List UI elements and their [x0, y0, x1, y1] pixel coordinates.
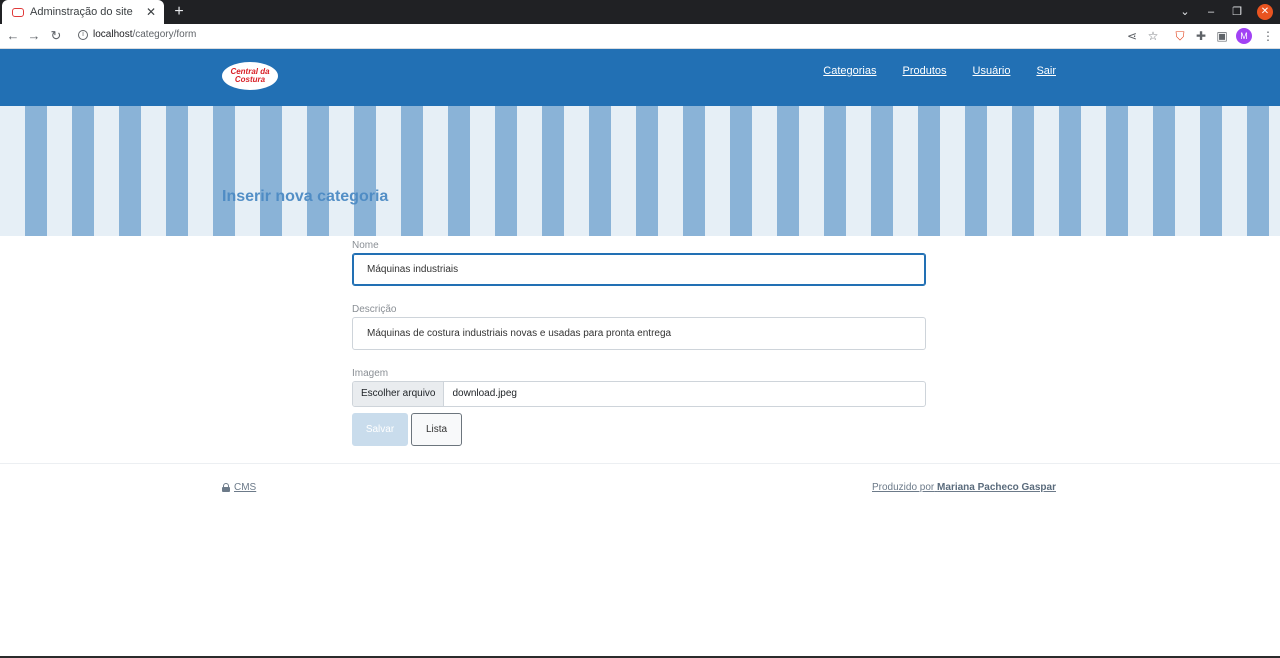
category-form: Nome Máquinas industriais Descrição Máqu…: [352, 236, 926, 446]
descricao-label: Descrição: [352, 304, 397, 315]
nav-link-sair[interactable]: Sair: [1036, 65, 1056, 77]
side-panel-icon[interactable]: ▣: [1214, 28, 1230, 44]
nome-input[interactable]: Máquinas industriais: [352, 253, 926, 286]
new-tab-icon[interactable]: +: [171, 3, 187, 21]
profile-avatar[interactable]: M: [1236, 28, 1252, 44]
save-button[interactable]: Salvar: [352, 413, 408, 446]
minimize-icon[interactable]: –: [1203, 4, 1219, 20]
footer-cms: CMS: [222, 482, 256, 493]
browser-tab[interactable]: Adminstração do site ✕: [2, 0, 164, 24]
nav-link-categorias[interactable]: Categorias: [823, 65, 876, 77]
logo-line-2: Costura: [234, 75, 266, 84]
nav-link-produtos[interactable]: Produtos: [903, 65, 947, 77]
reload-icon[interactable]: ↻: [48, 28, 64, 44]
site-logo[interactable]: Central da Costura: [222, 62, 278, 90]
site-info-icon[interactable]: i: [78, 30, 88, 40]
window-close-icon[interactable]: ✕: [1257, 4, 1273, 20]
descricao-input[interactable]: Máquinas de costura industriais novas e …: [352, 317, 926, 350]
produced-by-text: Produzido por: [872, 482, 935, 493]
page-banner: Inserir nova categoria: [0, 106, 1280, 236]
site-header: Central da Costura Categorias Produtos U…: [0, 49, 1280, 106]
page-title: Inserir nova categoria: [222, 188, 389, 205]
logo-text: Central da Costura: [230, 68, 269, 84]
menu-kebab-icon[interactable]: ⋮: [1260, 28, 1276, 44]
url-field[interactable]: localhost/category/form: [93, 29, 196, 40]
footer-credit[interactable]: Produzido por Mariana Pacheco Gaspar: [872, 482, 1056, 493]
file-name: download.jpeg: [452, 388, 517, 399]
imagem-label: Imagem: [352, 368, 389, 379]
back-icon[interactable]: ←: [5, 28, 21, 44]
main-nav: Categorias Produtos Usuário Sair: [823, 65, 1056, 77]
url-host: localhost: [93, 29, 133, 40]
tab-search-chevron-icon[interactable]: ⌄: [1177, 4, 1193, 20]
footer-divider: [0, 463, 1280, 464]
nav-link-usuario[interactable]: Usuário: [973, 65, 1011, 77]
lock-icon: [222, 483, 230, 492]
form-actions: Salvar Lista: [352, 413, 926, 446]
close-tab-icon[interactable]: ✕: [144, 6, 158, 18]
author-name: Mariana Pacheco Gaspar: [937, 482, 1056, 493]
shield-extension-icon[interactable]: ⛉: [1172, 28, 1188, 44]
forward-icon[interactable]: →: [26, 28, 42, 44]
browser-tab-bar: Adminstração do site ✕ + ⌄ – ❐ ✕: [0, 0, 1280, 24]
bookmark-star-icon[interactable]: ☆: [1145, 28, 1161, 44]
nome-label: Nome: [352, 240, 379, 251]
extensions-puzzle-icon[interactable]: ✚: [1193, 28, 1209, 44]
favicon-icon: [12, 7, 24, 17]
share-icon[interactable]: ⋖: [1124, 28, 1140, 44]
address-bar: ← → ↻ i localhost/category/form ⋖ ☆ ⛉ ✚ …: [0, 24, 1280, 49]
restore-icon[interactable]: ❐: [1229, 4, 1245, 20]
url-path: /category/form: [132, 29, 197, 40]
cms-link[interactable]: CMS: [234, 482, 256, 493]
imagem-file-input[interactable]: Escolher arquivo download.jpeg: [352, 381, 926, 407]
list-button[interactable]: Lista: [411, 413, 462, 446]
tab-title: Adminstração do site: [30, 6, 133, 18]
choose-file-button[interactable]: Escolher arquivo: [353, 382, 445, 406]
